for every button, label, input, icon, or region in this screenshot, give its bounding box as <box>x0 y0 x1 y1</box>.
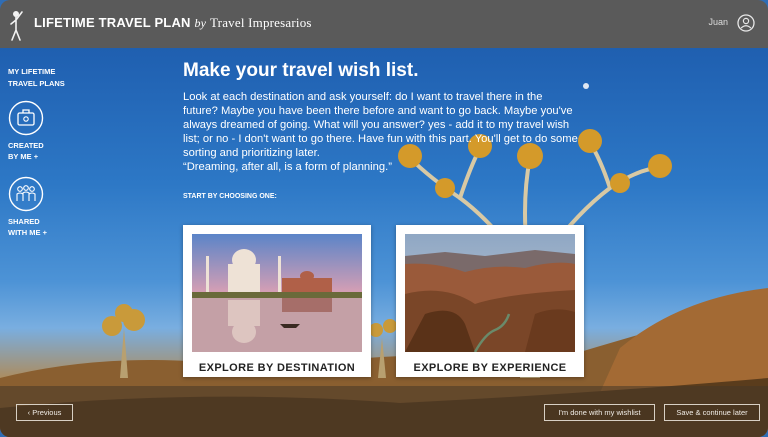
main-content: Make your travel wish list. Look at each… <box>183 58 583 174</box>
grand-canyon-photo <box>405 234 575 352</box>
brand-title[interactable]: LIFETIME TRAVEL PLAN by Travel Impresari… <box>34 15 312 31</box>
shared-line1: SHARED <box>8 217 40 226</box>
sidebar-title-line1: MY LIFETIME <box>8 67 56 76</box>
intro-text: Look at each destination and ask yoursel… <box>183 91 578 159</box>
save-continue-later-button[interactable]: Save & continue later <box>664 404 760 421</box>
top-bar: LIFETIME TRAVEL PLAN by Travel Impresari… <box>0 0 768 48</box>
explore-by-destination-card[interactable]: EXPLORE BY DESTINATION <box>183 225 371 377</box>
previous-button[interactable]: ‹ Previous <box>16 404 73 421</box>
brand-company: Travel Impresarios <box>210 15 312 30</box>
shared-line2: WITH ME + <box>8 228 47 237</box>
choose-label: START BY CHOOSING ONE: <box>183 193 277 200</box>
traveler-figure-icon[interactable] <box>8 6 28 42</box>
shared-with-me-link[interactable]: SHARED WITH ME + <box>8 216 78 238</box>
experience-card-label: EXPLORE BY EXPERIENCE <box>413 362 567 374</box>
created-line1: CREATED <box>8 141 44 150</box>
page-title: Make your travel wish list. <box>183 60 419 81</box>
quote-text: “Dreaming, after all, is a form of plann… <box>183 161 392 173</box>
sidebar: MY LIFETIME TRAVEL PLANS CREATED BY ME +… <box>8 66 78 238</box>
app-frame: LIFETIME TRAVEL PLAN by Travel Impresari… <box>0 0 768 437</box>
sidebar-title: MY LIFETIME TRAVEL PLANS <box>8 66 78 90</box>
suitcase-icon[interactable] <box>8 100 44 136</box>
user-name[interactable]: Juan <box>708 17 728 27</box>
destination-card-label: EXPLORE BY DESTINATION <box>198 362 356 374</box>
taj-mahal-photo <box>192 234 362 352</box>
user-circle-icon[interactable] <box>737 14 755 32</box>
explore-by-experience-card[interactable]: EXPLORE BY EXPERIENCE <box>396 225 584 377</box>
brand-by: by <box>194 16 207 30</box>
created-line2: BY ME + <box>8 152 39 161</box>
created-by-me-link[interactable]: CREATED BY ME + <box>8 140 78 162</box>
done-with-wishlist-button[interactable]: I'm done with my wishlist <box>544 404 655 421</box>
sidebar-title-line2: TRAVEL PLANS <box>8 79 65 88</box>
brand-name: LIFETIME TRAVEL PLAN <box>34 15 191 30</box>
people-group-icon[interactable] <box>8 176 44 212</box>
